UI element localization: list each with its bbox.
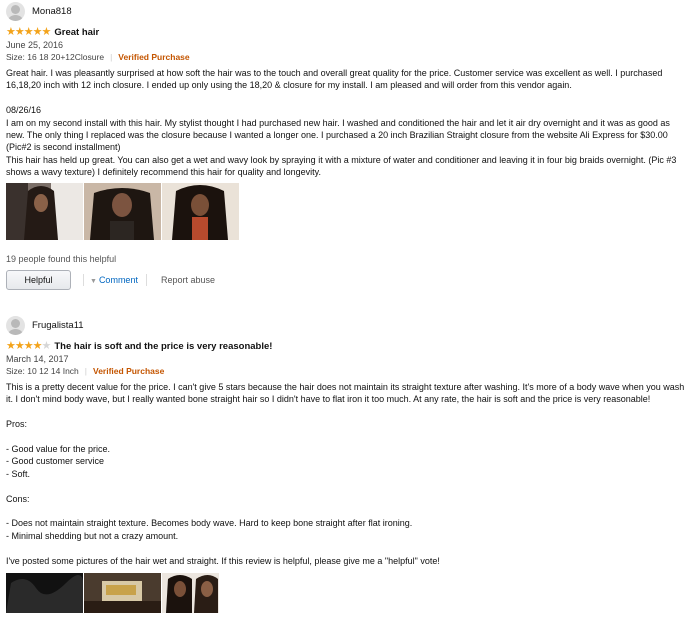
review-2: Frugalista11 ★ ★ ★ ★ ★ The hair is soft … — [6, 314, 694, 630]
review-photos — [6, 573, 694, 630]
review-title[interactable]: The hair is soft and the price is very r… — [54, 341, 272, 352]
star-icon: ★ — [23, 340, 34, 352]
star-icon: ★ — [23, 26, 34, 38]
divider — [83, 273, 84, 286]
review-photo-3[interactable] — [162, 182, 239, 240]
review-paragraph: 08/26/16 — [6, 105, 42, 116]
review-photo-2[interactable] — [84, 182, 161, 240]
review-photo-2[interactable] — [84, 573, 161, 630]
star-icon: ★ — [32, 26, 43, 38]
review-date: March 14, 2017 — [6, 354, 69, 364]
helpful-count: 19 people found this helpful — [6, 253, 117, 264]
star-icon: ★ — [32, 340, 43, 352]
star-icon: ★ — [14, 340, 25, 352]
verified-purchase-badge[interactable]: Verified Purchase — [118, 52, 189, 62]
review-title-line: ★ ★ ★ ★ ★ Great hair — [6, 26, 694, 39]
review-meta: Size: 10 12 14 Inch | Verified Purchase — [6, 365, 694, 377]
author-name[interactable]: Frugalista11 — [32, 320, 84, 331]
star-icon: ★ — [14, 26, 25, 38]
avatar[interactable] — [6, 1, 25, 21]
review-paragraph: This is a pretty decent value for the pr… — [6, 382, 685, 405]
star-icon: ★ — [6, 340, 16, 352]
comment-link[interactable]: ▼ Comment — [90, 275, 138, 285]
review-actions: Helpful ▼ Comment Report abuse — [6, 269, 694, 290]
divider — [145, 273, 147, 286]
review-paragraph: This hair has held up great. You can als… — [6, 154, 677, 178]
review-photos — [6, 182, 694, 240]
size-label[interactable]: Size: 16 18 20+12Closure — [6, 52, 104, 62]
review-header: Frugalista11 — [6, 314, 694, 336]
review-paragraph: - Does not maintain straight texture. Be… — [6, 518, 413, 529]
avatar[interactable] — [6, 315, 25, 335]
review-photo-1[interactable] — [6, 182, 83, 240]
verified-purchase-badge[interactable]: Verified Purchase — [93, 366, 164, 376]
comment-label: Comment — [98, 274, 138, 285]
separator: | — [84, 366, 87, 376]
report-abuse-link[interactable]: Report abuse — [161, 275, 215, 285]
review-title[interactable]: Great hair — [54, 27, 99, 38]
review-title-line: ★ ★ ★ ★ ★ The hair is soft and the price… — [6, 340, 694, 353]
review-paragraph: - Good value for the price. — [6, 444, 111, 454]
star-icon: ★ — [6, 26, 16, 38]
review-meta: Size: 16 18 20+12Closure | Verified Purcha… — [6, 51, 694, 63]
review-photo-1[interactable] — [6, 573, 83, 630]
separator: | — [110, 52, 113, 62]
helpful-button[interactable]: Helpful — [6, 269, 71, 290]
review-photo-3[interactable] — [162, 573, 219, 630]
review-paragraph: - Good customer service — [6, 456, 105, 467]
review-body: Great hair. I was pleasantly surprised a… — [6, 67, 690, 179]
review-1: Mona818 ★ ★ ★ ★ ★ Great hair June 25, 20… — [6, 0, 694, 290]
review-body: This is a pretty decent value for the pr… — [6, 381, 690, 567]
star-rating[interactable]: ★ ★ ★ ★ ★ — [6, 26, 52, 38]
size-label[interactable]: Size: 10 12 14 Inch — [6, 366, 79, 376]
review-paragraph: Great hair. I was pleasantly surprised a… — [6, 68, 663, 91]
star-rating[interactable]: ★ ★ ★ ★ ★ — [6, 340, 52, 352]
review-date: June 25, 2016 — [6, 40, 64, 50]
author-name[interactable]: Mona818 — [32, 6, 72, 17]
review-paragraph: - Minimal shedding but not a crazy amoun… — [6, 530, 179, 541]
review-paragraph: Pros: — [6, 419, 28, 430]
review-paragraph: - Soft. — [6, 468, 31, 479]
review-paragraph: I am on my second install with this hair… — [6, 117, 670, 153]
star-empty-icon: ★ — [41, 340, 52, 352]
star-icon: ★ — [41, 26, 52, 38]
review-header: Mona818 — [6, 0, 694, 22]
chevron-down-icon: ▼ — [90, 277, 97, 285]
review-paragraph: Cons: — [6, 493, 30, 504]
review-paragraph: I've posted some pictures of the hair we… — [6, 555, 440, 566]
